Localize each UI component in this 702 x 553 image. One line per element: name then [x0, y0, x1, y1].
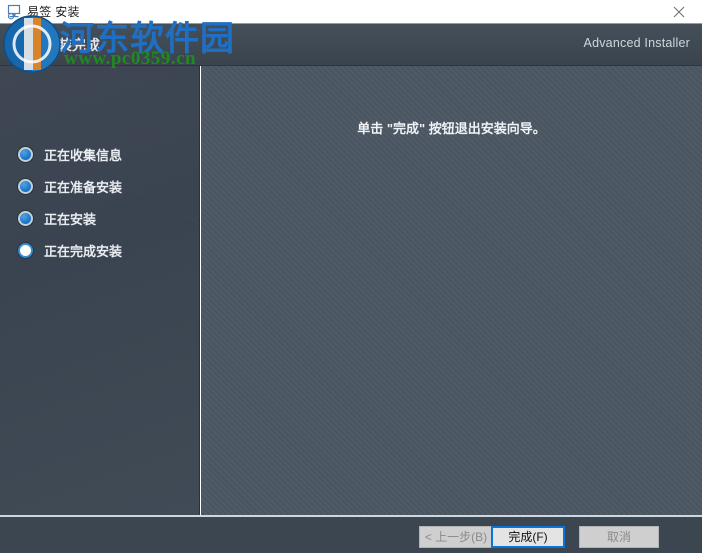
step-item-finishing-install: 正在完成安装 — [0, 234, 199, 266]
close-button[interactable] — [656, 0, 702, 23]
wizard-content-panel: 单击 "完成" 按钮退出安装向导。 — [201, 66, 702, 515]
wizard-footer: < 上一步(B) 完成(F) 取消 — [0, 515, 702, 553]
step-bullet-icon — [18, 178, 33, 194]
step-label: 正在收集信息 — [44, 147, 123, 163]
step-item-collecting-information: 正在收集信息 — [0, 138, 199, 170]
wizard-sidebar: 正在收集信息 正在准备安装 正在安装 正在完成安装 — [0, 66, 200, 515]
brand-label: Advanced Installer — [583, 36, 690, 50]
window-title: 易签 安装 — [27, 5, 80, 19]
wizard-header: 易签 安装完成 Advanced Installer — [0, 24, 702, 66]
installer-monitor-icon — [6, 4, 22, 20]
close-icon — [673, 6, 685, 17]
page-title: 易签 安装完成 — [12, 37, 100, 53]
title-bar: 易签 安装 — [0, 0, 702, 24]
step-item-preparing-install: 正在准备安装 — [0, 170, 199, 202]
step-label: 正在安装 — [44, 211, 97, 227]
step-list: 正在收集信息 正在准备安装 正在安装 正在完成安装 — [0, 138, 199, 266]
step-item-installing: 正在安装 — [0, 202, 199, 234]
finish-button[interactable]: 完成(F) — [491, 526, 565, 548]
step-label: 正在完成安装 — [44, 243, 123, 259]
step-bullet-icon — [18, 146, 33, 162]
cancel-button[interactable]: 取消 — [579, 526, 659, 548]
sidebar-decoration-curve — [0, 66, 199, 515]
completion-message: 单击 "完成" 按钮退出安装向导。 — [357, 121, 546, 136]
step-bullet-current-icon — [18, 242, 33, 258]
wizard-body: 正在收集信息 正在准备安装 正在安装 正在完成安装 单击 "完成" 按钮退出安装… — [0, 66, 702, 515]
step-bullet-icon — [18, 210, 33, 226]
step-label: 正在准备安装 — [44, 179, 123, 195]
installer-window: 易签 安装 易签 安装完成 Advanced Installer 正在收集信息 — [0, 0, 702, 553]
back-button[interactable]: < 上一步(B) — [419, 526, 493, 548]
